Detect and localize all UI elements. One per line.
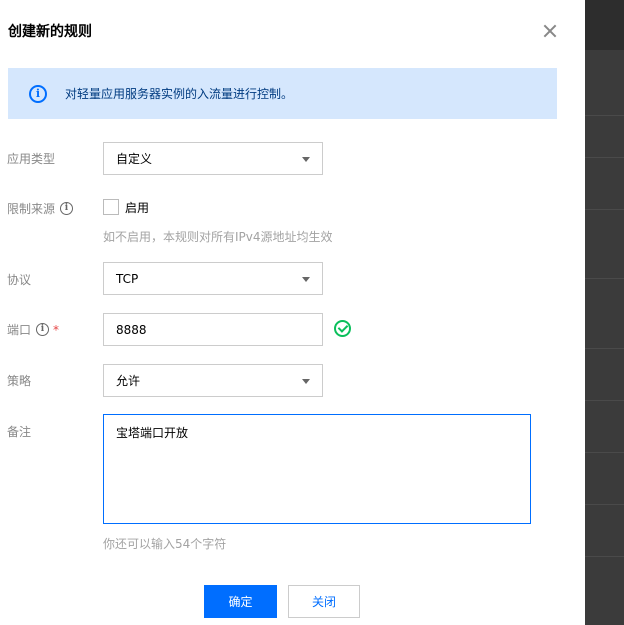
app-type-value: 自定义 [116, 152, 153, 166]
background-row-divider [585, 209, 624, 210]
close-button[interactable]: 关闭 [288, 585, 360, 618]
chevron-down-icon [302, 277, 310, 282]
background-page [585, 0, 624, 625]
restrict-source-checkbox-label[interactable]: 启用 [125, 199, 149, 216]
background-header [585, 0, 624, 50]
restrict-source-checkbox[interactable] [103, 199, 119, 215]
remark-label: 备注 [7, 425, 32, 439]
create-rule-dialog: 创建新的规则 i 对轻量应用服务器实例的入流量进行控制。 应用类型 自定义 限制… [0, 0, 585, 625]
app-type-label: 应用类型 [7, 152, 56, 166]
remark-char-count: 你还可以输入54个字符 [103, 537, 227, 551]
notice-text: 对轻量应用服务器实例的入流量进行控制。 [65, 87, 294, 101]
app-type-select[interactable]: 自定义 [103, 142, 323, 175]
restrict-source-label: 限制来源 i [7, 200, 74, 217]
chevron-down-icon [302, 157, 310, 162]
background-row-divider [585, 504, 624, 505]
dialog-title: 创建新的规则 [8, 24, 92, 40]
info-notice: i 对轻量应用服务器实例的入流量进行控制。 [8, 68, 557, 119]
background-row-divider [585, 278, 624, 279]
restrict-source-help: 如不启用，本规则对所有IPv4源地址均生效 [103, 230, 333, 244]
policy-label: 策略 [7, 374, 32, 388]
chevron-down-icon [302, 379, 310, 384]
info-circle-icon[interactable]: i [36, 323, 50, 336]
policy-select[interactable]: 允许 [103, 364, 323, 397]
protocol-value: TCP [116, 271, 139, 286]
required-mark: * [53, 322, 60, 337]
policy-value: 允许 [116, 374, 141, 388]
background-row-divider [585, 452, 624, 453]
confirm-button[interactable]: 确定 [204, 585, 277, 618]
background-row-divider [585, 556, 624, 557]
remark-textarea[interactable]: 宝塔端口开放 [103, 414, 531, 524]
background-row-divider [585, 400, 624, 401]
background-row-divider [585, 348, 624, 349]
port-label: 端口 i * [7, 322, 60, 338]
protocol-label: 协议 [7, 273, 32, 287]
protocol-select[interactable]: TCP [103, 262, 323, 295]
info-icon: i [29, 84, 47, 103]
close-icon[interactable] [541, 22, 559, 40]
background-row-divider [585, 115, 624, 116]
check-circle-icon [334, 320, 351, 337]
port-input[interactable] [103, 313, 323, 346]
background-row-divider [585, 157, 624, 158]
info-circle-icon[interactable]: i [60, 202, 74, 215]
